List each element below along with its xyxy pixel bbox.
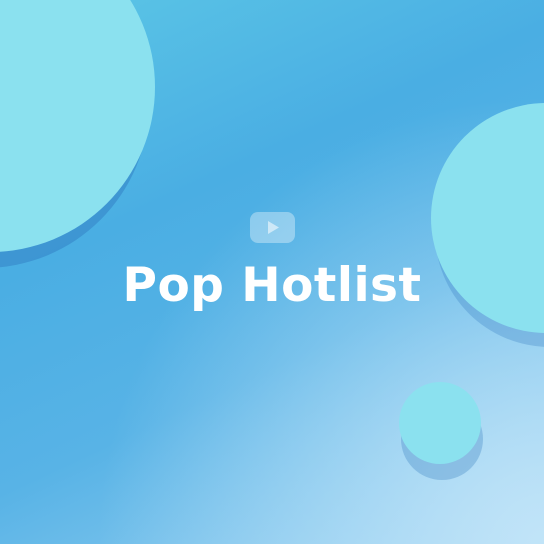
play-triangle-icon <box>268 221 279 234</box>
playlist-title: Pop Hotlist <box>122 258 422 313</box>
play-icon <box>250 212 295 243</box>
cover-art: Pop Hotlist <box>0 0 544 544</box>
decorative-circle-small <box>399 382 481 464</box>
decorative-circle-large <box>0 0 155 252</box>
